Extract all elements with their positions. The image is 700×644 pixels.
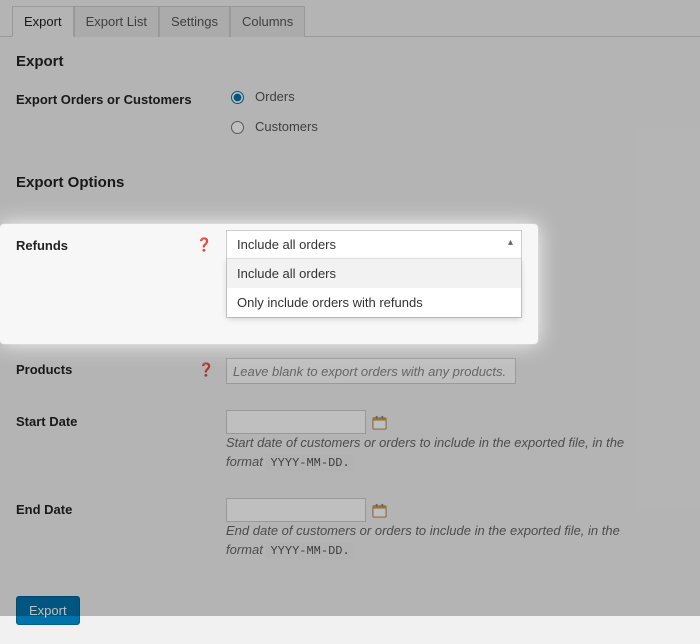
refunds-dropdown[interactable]: Include all orders Include all orders On…	[226, 230, 522, 318]
export-button[interactable]: Export	[16, 596, 80, 625]
end-date-help: End date of customers or orders to inclu…	[226, 522, 656, 560]
tab-export[interactable]: Export	[12, 6, 74, 37]
section-export-title: Export	[16, 53, 684, 70]
input-products[interactable]	[226, 358, 516, 384]
tab-export-list[interactable]: Export List	[74, 6, 159, 37]
section-export-options-title: Export Options	[16, 174, 684, 191]
tab-settings[interactable]: Settings	[159, 6, 230, 37]
label-refunds: Refunds	[16, 238, 68, 253]
radio-orders-label: Orders	[255, 89, 295, 104]
label-products: Products	[16, 362, 72, 377]
calendar-icon	[372, 503, 387, 518]
input-end-date[interactable]	[226, 498, 366, 522]
label-export-type: Export Orders or Customers	[16, 92, 192, 107]
radio-customers-label: Customers	[255, 119, 318, 134]
tab-columns[interactable]: Columns	[230, 6, 305, 37]
refunds-option-only-refunds[interactable]: Only include orders with refunds	[227, 288, 521, 317]
calendar-icon	[372, 415, 387, 430]
input-start-date[interactable]	[226, 410, 366, 434]
refunds-highlight: Refunds ❓ Include all orders Include all…	[0, 224, 538, 344]
label-start-date: Start Date	[16, 414, 77, 429]
help-icon[interactable]: ❓	[196, 238, 210, 252]
refunds-option-all[interactable]: Include all orders	[227, 259, 521, 288]
help-icon[interactable]: ❓	[198, 363, 212, 377]
refunds-selected[interactable]: Include all orders	[227, 231, 521, 259]
radio-orders[interactable]	[231, 91, 244, 104]
label-end-date: End Date	[16, 502, 72, 517]
tabs-bar: Export Export List Settings Columns	[0, 0, 700, 37]
export-page: Export Export List Settings Columns Expo…	[0, 0, 700, 616]
radio-customers[interactable]	[231, 121, 244, 134]
start-date-help: Start date of customers or orders to inc…	[226, 434, 656, 472]
refunds-options-list: Include all orders Only include orders w…	[227, 259, 521, 317]
